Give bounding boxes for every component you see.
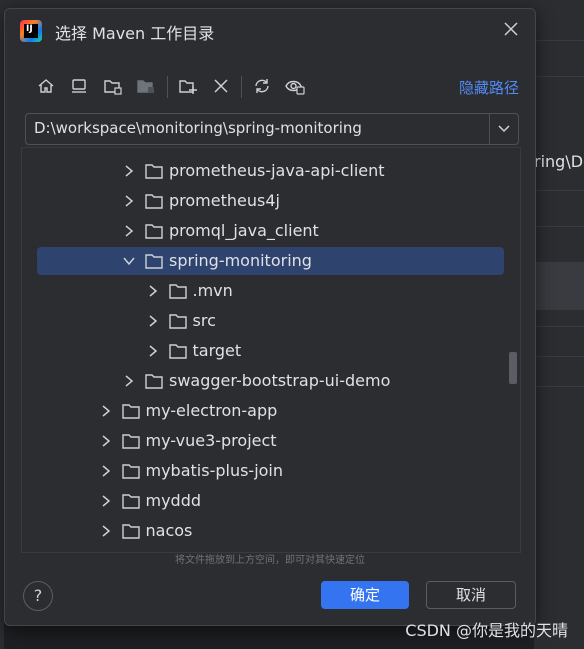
tree-row-label: my-vue3-project (145, 431, 277, 450)
chevron-right-icon[interactable] (122, 224, 136, 238)
chevron-right-icon[interactable] (99, 404, 113, 418)
home-button[interactable] (33, 73, 59, 99)
toolbar-separator (241, 76, 242, 98)
intellij-logo-icon: IJ (20, 20, 42, 42)
ide-divider (534, 226, 584, 227)
project-folder-icon (104, 80, 122, 95)
tree-row-label: myddd (145, 491, 202, 510)
tree-row-label: promql_java_client (169, 221, 319, 240)
tree-row-label: src (192, 311, 216, 330)
tree-row-label: target (192, 341, 242, 360)
chevron-right-icon[interactable] (99, 494, 113, 508)
combo-divider (489, 114, 490, 144)
delete-icon (214, 79, 228, 93)
chevron-right-icon[interactable] (146, 344, 160, 358)
dialog-titlebar: IJ 选择 Maven 工作目录 (5, 9, 535, 53)
folder-icon (145, 254, 163, 269)
path-input[interactable]: D:\workspace\monitoring\spring-monitorin… (34, 119, 362, 137)
ide-highlight-row (534, 262, 584, 310)
tree-row[interactable]: nacos (22, 516, 520, 546)
folder-icon (168, 284, 187, 299)
module-folder-icon (137, 80, 154, 93)
toolbar-separator (167, 76, 168, 98)
new-folder-icon (179, 80, 197, 94)
tree-row-label: .mvn (192, 281, 233, 300)
tree-row[interactable]: src (22, 306, 520, 336)
new-folder-button[interactable] (175, 73, 201, 99)
desktop-button[interactable] (66, 73, 92, 99)
show-hidden-files-button[interactable] (282, 73, 308, 99)
chevron-right-icon[interactable] (122, 374, 136, 388)
home-icon (38, 79, 54, 93)
chevron-right-icon[interactable] (146, 314, 160, 328)
tree-row[interactable]: swagger-bootstrap-ui-demo (22, 366, 520, 396)
project-directory-button[interactable] (100, 73, 126, 99)
folder-icon (121, 404, 140, 419)
directory-tree[interactable]: prometheus-java-api-client prometheus4j pr… (21, 147, 521, 553)
show-hidden-icon (285, 80, 305, 95)
cancel-button[interactable]: 取消 (426, 581, 516, 609)
tree-row[interactable]: my-vue3-project (22, 426, 520, 456)
tree-row-label: nacos (145, 521, 193, 540)
folder-icon (145, 164, 163, 179)
tree-row[interactable]: .mvn (22, 276, 520, 306)
ide-background-text: ring\Do (534, 152, 584, 171)
chevron-down-icon[interactable] (122, 254, 136, 268)
tree-row[interactable]: myddd (22, 486, 520, 516)
folder-icon (145, 224, 163, 239)
folder-icon (121, 464, 140, 479)
folder-icon (121, 524, 140, 539)
ide-divider (534, 326, 584, 327)
ide-divider (534, 40, 584, 41)
tree-row-label: spring-monitoring (169, 251, 312, 270)
folder-icon (168, 314, 187, 329)
ide-divider (534, 386, 584, 387)
chevron-right-icon[interactable] (122, 164, 136, 178)
delete-button[interactable] (208, 73, 234, 99)
chevron-down-icon (498, 125, 510, 133)
ide-divider (534, 76, 584, 77)
desktop-icon (72, 79, 86, 93)
folder-icon (121, 434, 140, 449)
drag-drop-hint: 将文件拖放到上方空间，即可对其快速定位 (175, 555, 365, 566)
path-combobox[interactable]: D:\workspace\monitoring\spring-monitorin… (25, 113, 519, 145)
tree-row[interactable]: mybatis-plus-join (22, 456, 520, 486)
path-history-dropdown[interactable] (492, 118, 516, 140)
tree-row-label: prometheus4j (169, 191, 280, 210)
chevron-right-icon[interactable] (146, 284, 160, 298)
csdn-watermark: CSDN @你是我的天晴 (405, 621, 568, 640)
tree-row[interactable]: prometheus4j (22, 186, 520, 216)
close-button[interactable] (501, 21, 521, 41)
tree-row[interactable]: my-electron-app (22, 396, 520, 426)
refresh-button[interactable] (249, 73, 275, 99)
module-directory-button[interactable] (133, 73, 159, 99)
tree-row[interactable]: spring-monitoring (22, 246, 520, 276)
tree-row-label: mybatis-plus-join (145, 461, 284, 480)
tree-row[interactable]: target (22, 336, 520, 366)
ide-divider (534, 356, 584, 357)
chevron-right-icon[interactable] (99, 464, 113, 478)
select-maven-directory-dialog: IJ 选择 Maven 工作目录 隐藏路径 D:\workspace\monit… (4, 8, 536, 626)
ide-divider (534, 190, 584, 191)
toolbar: 隐藏路径 (27, 73, 527, 103)
folder-icon (121, 494, 140, 509)
help-button[interactable]: ? (23, 581, 53, 611)
tree-row-label: my-electron-app (145, 401, 278, 420)
folder-icon (168, 344, 187, 359)
dialog-title: 选择 Maven 工作目录 (55, 24, 215, 43)
folder-icon (145, 194, 163, 209)
ide-background-right (534, 0, 584, 649)
chevron-right-icon[interactable] (99, 434, 113, 448)
hide-path-link[interactable]: 隐藏路径 (459, 77, 519, 98)
close-icon (504, 22, 518, 36)
tree-row-label: swagger-bootstrap-ui-demo (169, 371, 391, 390)
tree-row-label: prometheus-java-api-client (169, 161, 385, 180)
tree-row[interactable]: prometheus-java-api-client (22, 156, 520, 186)
ok-button[interactable]: 确定 (321, 581, 409, 609)
refresh-icon (255, 79, 269, 93)
chevron-right-icon[interactable] (99, 524, 113, 538)
folder-icon (145, 374, 163, 389)
chevron-right-icon[interactable] (122, 194, 136, 208)
tree-row[interactable]: promql_java_client (22, 216, 520, 246)
